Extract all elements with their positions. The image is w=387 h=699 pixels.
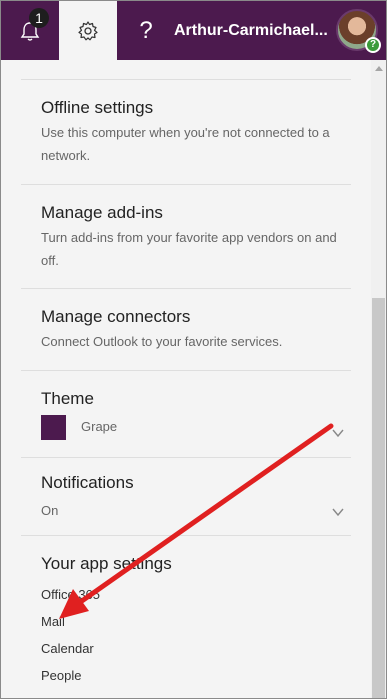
app-link-people[interactable]: People <box>41 668 81 683</box>
settings-panel: Offline settings Use this computer when … <box>21 60 371 698</box>
theme-title: Theme <box>41 389 94 408</box>
scroll-up-icon[interactable] <box>375 66 383 71</box>
app-link-calendar[interactable]: Calendar <box>41 641 94 656</box>
notifications-button[interactable]: 1 <box>1 1 59 60</box>
divider <box>21 370 351 371</box>
presence-icon: ? <box>365 37 381 53</box>
notifications-title: Notifications <box>41 473 134 492</box>
settings-button[interactable] <box>59 1 117 60</box>
manage-connectors-description: Connect Outlook to your favorite service… <box>41 334 283 349</box>
offline-settings-description: Use this computer when you're not connec… <box>41 125 330 163</box>
chevron-down-icon[interactable] <box>331 505 345 519</box>
manage-addins-description: Turn add-ins from your favorite app vend… <box>41 230 337 268</box>
help-button[interactable]: ? <box>119 1 173 60</box>
theme-swatch[interactable] <box>41 415 66 440</box>
scrollbar-thumb[interactable] <box>372 298 385 698</box>
manage-addins-title[interactable]: Manage add-ins <box>41 203 163 223</box>
divider <box>21 535 351 536</box>
notifications-value[interactable]: On <box>41 503 58 518</box>
manage-connectors-title[interactable]: Manage connectors <box>41 307 190 327</box>
top-bar: 1 ? Arthur-Carmichael... ? <box>1 1 386 60</box>
theme-value[interactable]: Grape <box>81 419 117 434</box>
app-link-office365[interactable]: Office 365 <box>41 587 100 602</box>
user-name[interactable]: Arthur-Carmichael... <box>174 22 328 40</box>
presence-status: ? <box>367 39 379 51</box>
scrollbar[interactable] <box>371 60 386 698</box>
offline-settings-title[interactable]: Offline settings <box>41 98 153 118</box>
gear-icon <box>78 20 98 40</box>
app-link-mail[interactable]: Mail <box>41 614 65 629</box>
settings-window: 1 ? Arthur-Carmichael... ? Offline setti… <box>0 0 387 699</box>
app-settings-title: Your app settings <box>41 554 172 573</box>
divider <box>21 288 351 289</box>
chevron-down-icon[interactable] <box>331 426 345 440</box>
divider <box>21 457 351 458</box>
divider <box>21 184 351 185</box>
notification-badge: 1 <box>29 8 49 28</box>
divider <box>21 79 351 80</box>
